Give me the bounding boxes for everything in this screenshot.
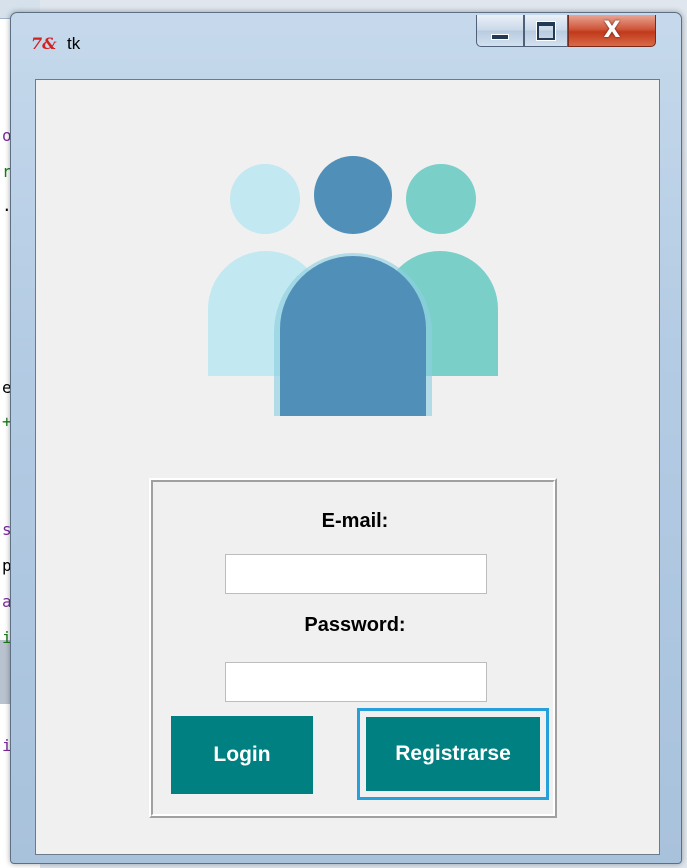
email-field[interactable]	[225, 554, 487, 594]
login-form-frame: E-mail: Password: Login Registrarse	[149, 478, 557, 818]
left-person-head	[230, 164, 300, 234]
password-label: Password:	[304, 614, 406, 636]
center-person-body	[280, 256, 426, 416]
close-button[interactable]: X	[568, 15, 656, 47]
title-bar[interactable]: 7& tk X	[11, 13, 681, 75]
tk-feather-icon: 7&	[31, 34, 57, 53]
window-title: tk	[67, 34, 81, 53]
user-group-icon	[208, 156, 498, 416]
window-content: E-mail: Password: Login Registrarse	[35, 79, 660, 855]
maximize-icon	[537, 21, 555, 40]
login-button[interactable]: Login	[171, 716, 313, 794]
register-button[interactable]: Registrarse	[366, 717, 540, 791]
email-label: E-mail:	[321, 510, 389, 532]
right-person-head	[406, 164, 476, 234]
tk-window: 7& tk X E-mail: Password: Login Registra…	[10, 12, 682, 864]
close-icon: X	[603, 18, 621, 43]
password-field[interactable]	[225, 662, 487, 702]
center-person-head	[314, 156, 392, 234]
minimize-button[interactable]	[476, 15, 524, 47]
minimize-icon	[491, 33, 509, 40]
maximize-button[interactable]	[524, 15, 568, 47]
focus-ring: Registrarse	[357, 708, 549, 800]
